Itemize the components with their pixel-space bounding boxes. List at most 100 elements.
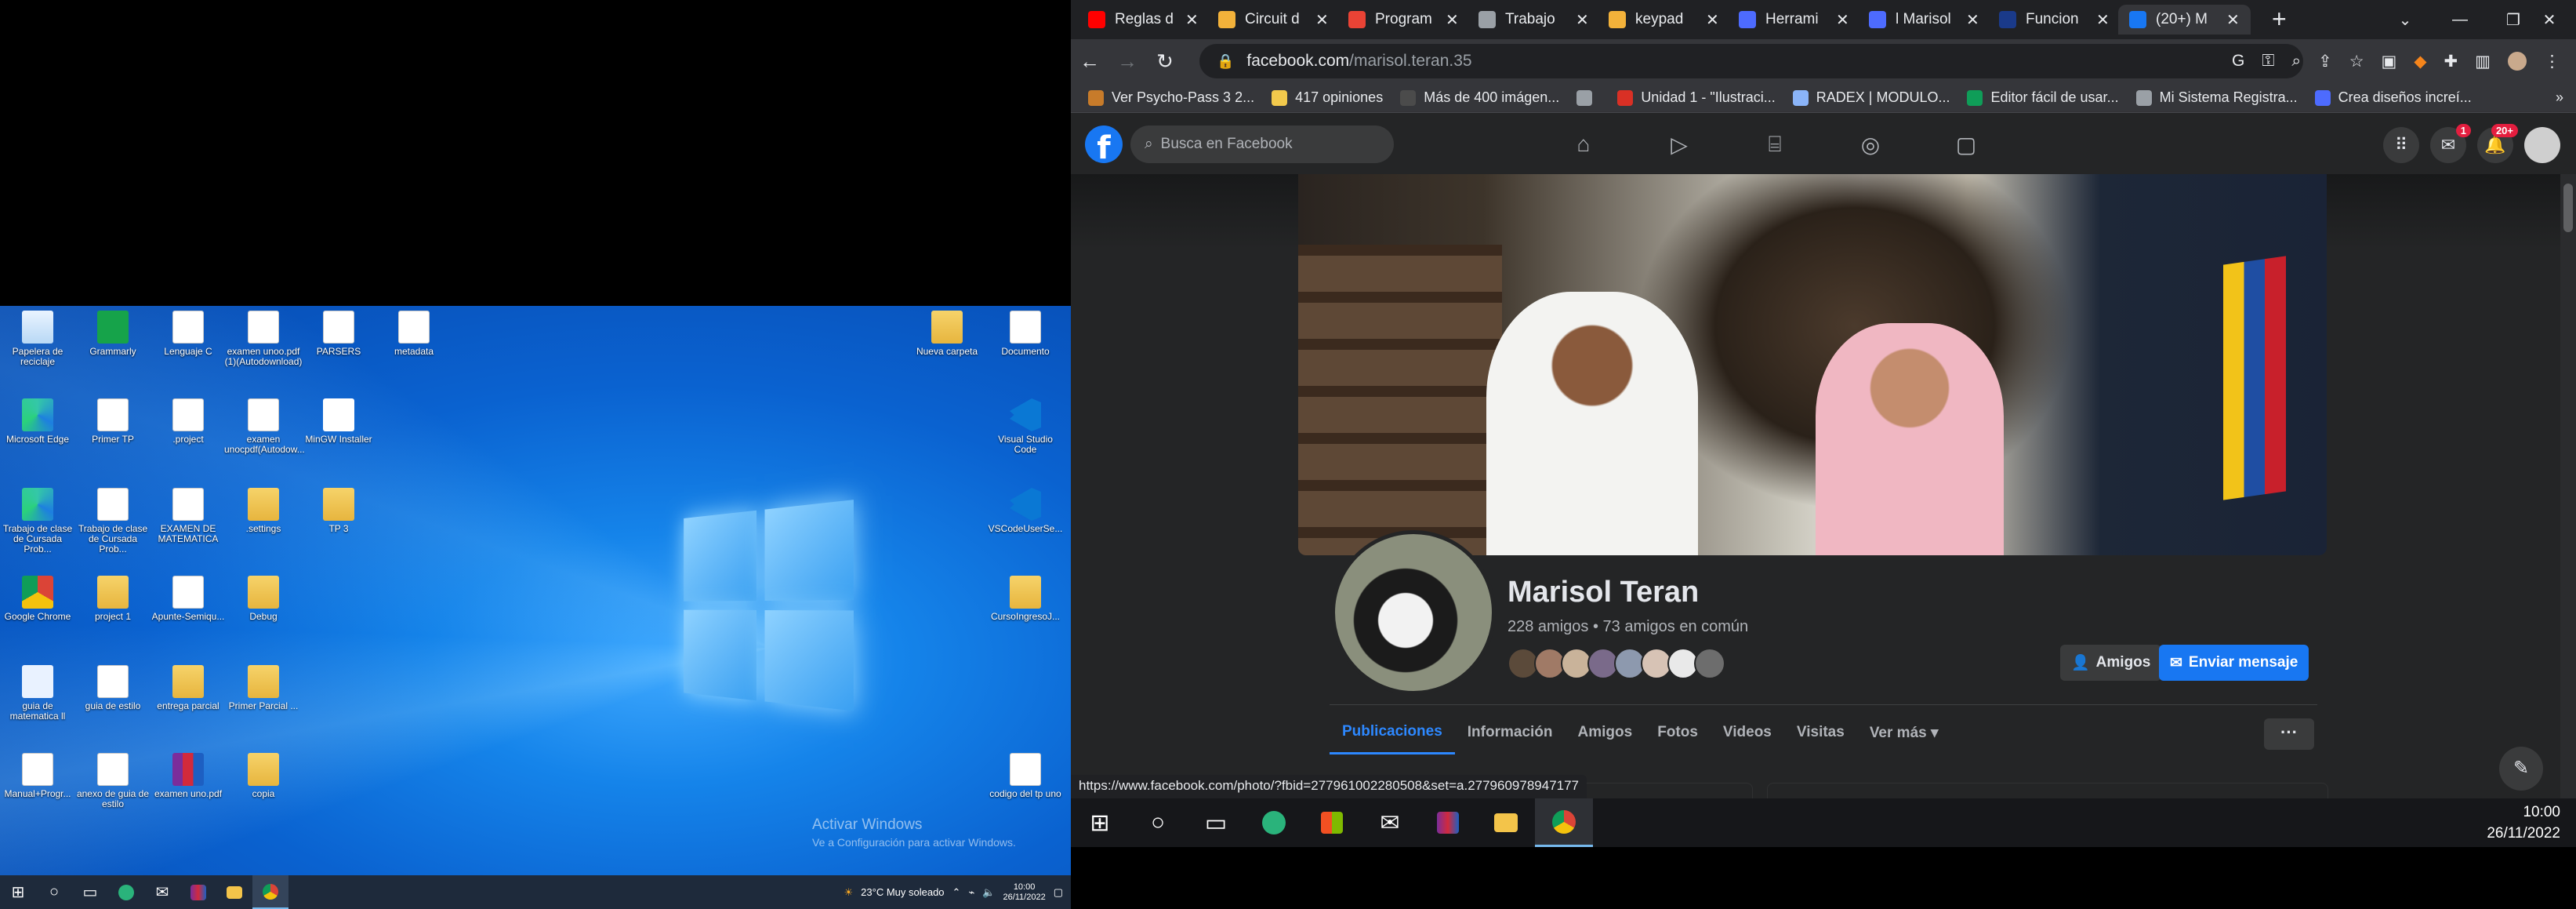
bookmark-item[interactable]: Más de 400 imágen...	[1400, 89, 1559, 106]
desktop-icon[interactable]: metadata	[375, 311, 453, 357]
metamask-icon[interactable]: ◆	[2414, 52, 2426, 71]
chrome-menu-icon[interactable]: ⋮	[2544, 52, 2560, 71]
messenger-icon[interactable]: ✉ 1	[2430, 127, 2466, 163]
desktop-icon[interactable]: guia de matematica ll	[0, 665, 77, 722]
reload-icon[interactable]: ↻	[1146, 49, 1184, 74]
desktop-icon[interactable]: codigo del tp uno	[986, 753, 1065, 799]
chrome-icon[interactable]	[1535, 798, 1593, 847]
file-explorer-icon[interactable]	[216, 875, 252, 909]
desktop-icon[interactable]: Trabajo de clase de Cursada Prob...	[74, 488, 152, 554]
tab-close-icon[interactable]: ✕	[1185, 10, 1199, 30]
desktop-icon[interactable]: MinGW Installer	[299, 398, 378, 445]
bookmark-item[interactable]: RADEX | MODULO...	[1793, 89, 1950, 106]
profile-tab[interactable]: Publicaciones	[1330, 711, 1455, 754]
profile-tab[interactable]: Ver más ▾	[1857, 711, 1951, 754]
edge-icon[interactable]	[1245, 798, 1303, 847]
desktop-icon[interactable]: Primer Parcial ...	[224, 665, 303, 711]
desktop-icon[interactable]: Microsoft Edge	[0, 398, 77, 445]
browser-tab[interactable]: Trabajo ✕	[1468, 5, 1600, 35]
bookmark-item[interactable]: Unidad 1 - "Ilustraci...	[1617, 89, 1775, 106]
desktop-icon[interactable]: project 1	[74, 576, 152, 622]
back-icon[interactable]: ←	[1071, 49, 1108, 74]
desktop-icon[interactable]: Visual Studio Code	[986, 398, 1065, 455]
send-message-button[interactable]: ✉ Enviar mensaje	[2159, 645, 2309, 681]
side-panel-icon[interactable]: ▥	[2475, 52, 2491, 71]
desktop-icon[interactable]: Papelera de reciclaje	[0, 311, 77, 367]
desktop-icon[interactable]: copia	[224, 753, 303, 799]
browser-tab[interactable]: Herrami ✕	[1728, 5, 1860, 35]
mail-icon[interactable]: ✉	[1361, 798, 1419, 847]
profile-avatar[interactable]	[2508, 52, 2527, 71]
profile-tab[interactable]: Información	[1455, 711, 1566, 754]
profile-picture[interactable]	[1331, 530, 1496, 695]
browser-tab[interactable]: Circuit d ✕	[1207, 5, 1340, 35]
bookmark-item[interactable]: 417 opiniones	[1272, 89, 1383, 106]
mutual-friend-avatar[interactable]	[1694, 648, 1725, 679]
browser-tab[interactable]: keypad ✕	[1598, 5, 1730, 35]
start-button[interactable]: ⊞	[0, 875, 36, 909]
edge-icon[interactable]	[108, 875, 144, 909]
new-message-compose-icon[interactable]: ✎	[2499, 747, 2543, 791]
tab-close-icon[interactable]: ✕	[1706, 10, 1719, 30]
profile-tab[interactable]: Videos	[1711, 711, 1784, 754]
store-icon[interactable]	[1303, 798, 1361, 847]
search-icon[interactable]: ○	[36, 875, 72, 909]
desktop-icon[interactable]: .settings	[224, 488, 303, 534]
start-button[interactable]: ⊞	[1071, 798, 1129, 847]
task-view-icon[interactable]: ▭	[1187, 798, 1245, 847]
desktop-icon[interactable]: EXAMEN DE MATEMATICA	[149, 488, 227, 544]
google-lens-icon[interactable]: G	[2232, 52, 2244, 71]
scrollbar-thumb[interactable]	[2563, 184, 2573, 232]
share-icon[interactable]: ⇪	[2318, 52, 2332, 71]
notification-center-icon[interactable]: ▢	[1054, 886, 1063, 899]
desktop-icon[interactable]: examen uno.pdf	[149, 753, 227, 799]
menu-grid-icon[interactable]: ⠿	[2383, 127, 2419, 163]
browser-tab[interactable]: Funcion ✕	[1988, 5, 2121, 35]
cover-photo[interactable]	[1298, 174, 2327, 555]
bookmark-item[interactable]: Editor fácil de usar...	[1967, 89, 2118, 106]
gaming-icon[interactable]: ▢	[1919, 127, 2013, 162]
desktop-icon[interactable]: anexo de guia de estilo	[74, 753, 152, 809]
mutual-friends-avatars[interactable]	[1508, 648, 1721, 679]
mail-icon[interactable]: ✉	[144, 875, 180, 909]
marketplace-icon[interactable]: ⌸	[1728, 127, 1822, 162]
desktop-icon[interactable]: examen unocpdf(Autodow...	[224, 398, 303, 455]
volume-icon[interactable]: 🔈	[982, 886, 995, 899]
desktop-icon[interactable]: Apunte-Semiqu...	[149, 576, 227, 622]
zoom-icon[interactable]: ⌕	[2291, 52, 2301, 71]
search-icon[interactable]: ○	[1129, 798, 1187, 847]
desktop-icon[interactable]: .project	[149, 398, 227, 445]
home-icon[interactable]: ⌂	[1537, 127, 1631, 162]
chrome-icon[interactable]	[252, 875, 288, 909]
more-options-button[interactable]: ···	[2264, 718, 2314, 750]
forward-icon[interactable]: →	[1108, 49, 1146, 74]
left-clock[interactable]: 10:00 26/11/2022	[1003, 882, 1045, 903]
desktop-icon[interactable]: VSCodeUserSe...	[986, 488, 1065, 534]
minimize-button[interactable]: —	[2433, 0, 2487, 39]
file-explorer-icon[interactable]	[1477, 798, 1535, 847]
desktop-icon[interactable]: examen unoo.pdf (1)(Autodownload)	[224, 311, 303, 367]
facebook-search-input[interactable]: ⌕ Busca en Facebook	[1130, 125, 1394, 163]
browser-tab[interactable]: Program ✕	[1337, 5, 1470, 35]
facebook-logo[interactable]: f	[1085, 125, 1123, 163]
tab-close-icon[interactable]: ✕	[1446, 10, 1459, 30]
extensions-puzzle-icon[interactable]: ✚	[2444, 52, 2458, 71]
account-avatar[interactable]	[2524, 127, 2560, 163]
desktop-icon[interactable]: guia de estilo	[74, 665, 152, 711]
desktop-icon[interactable]: Manual+Progr...	[0, 753, 77, 799]
page-scrollbar[interactable]	[2560, 174, 2576, 798]
browser-tab[interactable]: l Marisol ✕	[1858, 5, 1990, 35]
watch-icon[interactable]: ▷	[1632, 127, 1726, 162]
desktop-icon[interactable]: Trabajo de clase de Cursada Prob...	[0, 488, 77, 554]
profile-tab[interactable]: Fotos	[1645, 711, 1711, 754]
friends-button[interactable]: 👤 Amigos	[2060, 645, 2161, 681]
desktop-icon[interactable]: Grammarly	[74, 311, 152, 357]
desktop-icon[interactable]: CursoIngresoJ...	[986, 576, 1065, 622]
tray-chevron-icon[interactable]: ⌃	[952, 886, 961, 899]
tab-close-icon[interactable]: ✕	[1836, 10, 1849, 30]
desktop-icon[interactable]: PARSERS	[299, 311, 378, 357]
tab-close-icon[interactable]: ✕	[2096, 10, 2110, 30]
notifications-bell-icon[interactable]: 🔔 20+	[2477, 127, 2513, 163]
weather-text[interactable]: 23°C Muy soleado	[861, 886, 944, 898]
right-clock[interactable]: 10:00 26/11/2022	[2487, 802, 2576, 844]
